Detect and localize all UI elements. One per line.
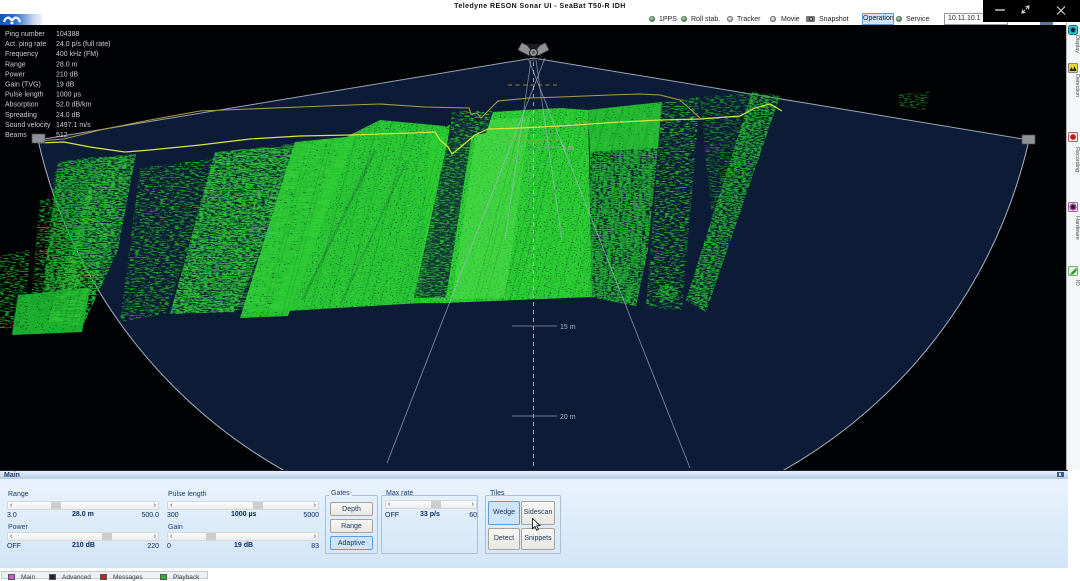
svg-text:52.0 dB/km: 52.0 dB/km [56, 102, 92, 109]
svg-text:20 m: 20 m [560, 414, 576, 421]
svg-text:Pulse length: Pulse length [5, 92, 44, 99]
svg-text:19 dB: 19 dB [56, 82, 75, 89]
svg-text:24.0 dB: 24.0 dB [56, 112, 80, 119]
svg-text:Act. ping rate: Act. ping rate [5, 41, 46, 48]
svg-text:210 dB: 210 dB [56, 71, 79, 78]
svg-text:512: 512 [56, 132, 68, 139]
svg-text:104388: 104388 [56, 31, 79, 38]
svg-text:Absorption: Absorption [5, 102, 39, 109]
svg-text:Ping number: Ping number [5, 31, 45, 38]
svg-text:1000 µs: 1000 µs [56, 92, 82, 99]
svg-text:1497.1 m/s: 1497.1 m/s [56, 122, 91, 129]
svg-text:400 kHz (FM): 400 kHz (FM) [56, 51, 98, 58]
svg-text:Frequency: Frequency [5, 51, 39, 58]
svg-text:Beams: Beams [5, 132, 27, 139]
svg-text:Power: Power [5, 71, 26, 78]
svg-text:Range: Range [5, 61, 26, 68]
svg-text:5 m: 5 m [562, 145, 574, 152]
svg-text:24.0 p/s (full rate): 24.0 p/s (full rate) [56, 41, 110, 48]
svg-text:Spreading: Spreading [5, 112, 37, 119]
svg-text:15 m: 15 m [560, 324, 576, 331]
svg-text:28.0 m: 28.0 m [56, 61, 78, 68]
svg-text:Sound velocity: Sound velocity [5, 122, 51, 129]
svg-text:Gain (TVG): Gain (TVG) [5, 82, 41, 89]
